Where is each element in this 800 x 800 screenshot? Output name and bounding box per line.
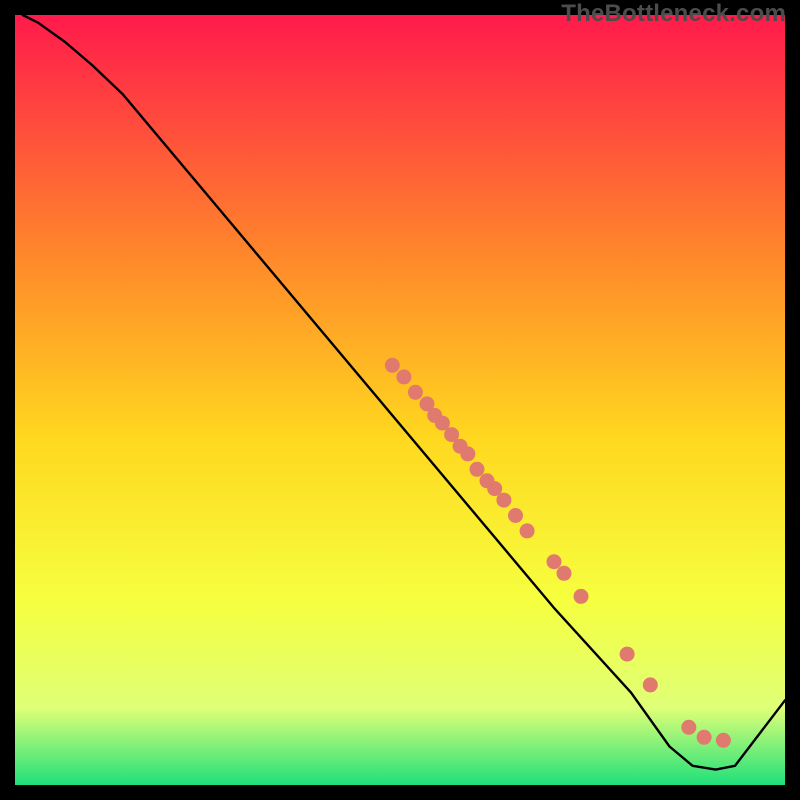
chart-svg bbox=[15, 15, 785, 785]
data-point bbox=[574, 589, 589, 604]
data-point bbox=[557, 566, 572, 581]
data-point bbox=[460, 446, 475, 461]
data-point bbox=[620, 647, 635, 662]
gradient-background bbox=[15, 15, 785, 785]
plot-area bbox=[15, 15, 785, 785]
data-point bbox=[681, 720, 696, 735]
data-point bbox=[508, 508, 523, 523]
data-point bbox=[547, 554, 562, 569]
chart-stage: TheBottleneck.com bbox=[0, 0, 800, 800]
data-point bbox=[520, 523, 535, 538]
data-point bbox=[697, 730, 712, 745]
data-point bbox=[496, 493, 511, 508]
data-point bbox=[643, 677, 658, 692]
data-point bbox=[396, 369, 411, 384]
data-point bbox=[716, 733, 731, 748]
data-point bbox=[408, 385, 423, 400]
data-point bbox=[470, 462, 485, 477]
watermark-text: TheBottleneck.com bbox=[561, 0, 786, 28]
data-point bbox=[385, 358, 400, 373]
